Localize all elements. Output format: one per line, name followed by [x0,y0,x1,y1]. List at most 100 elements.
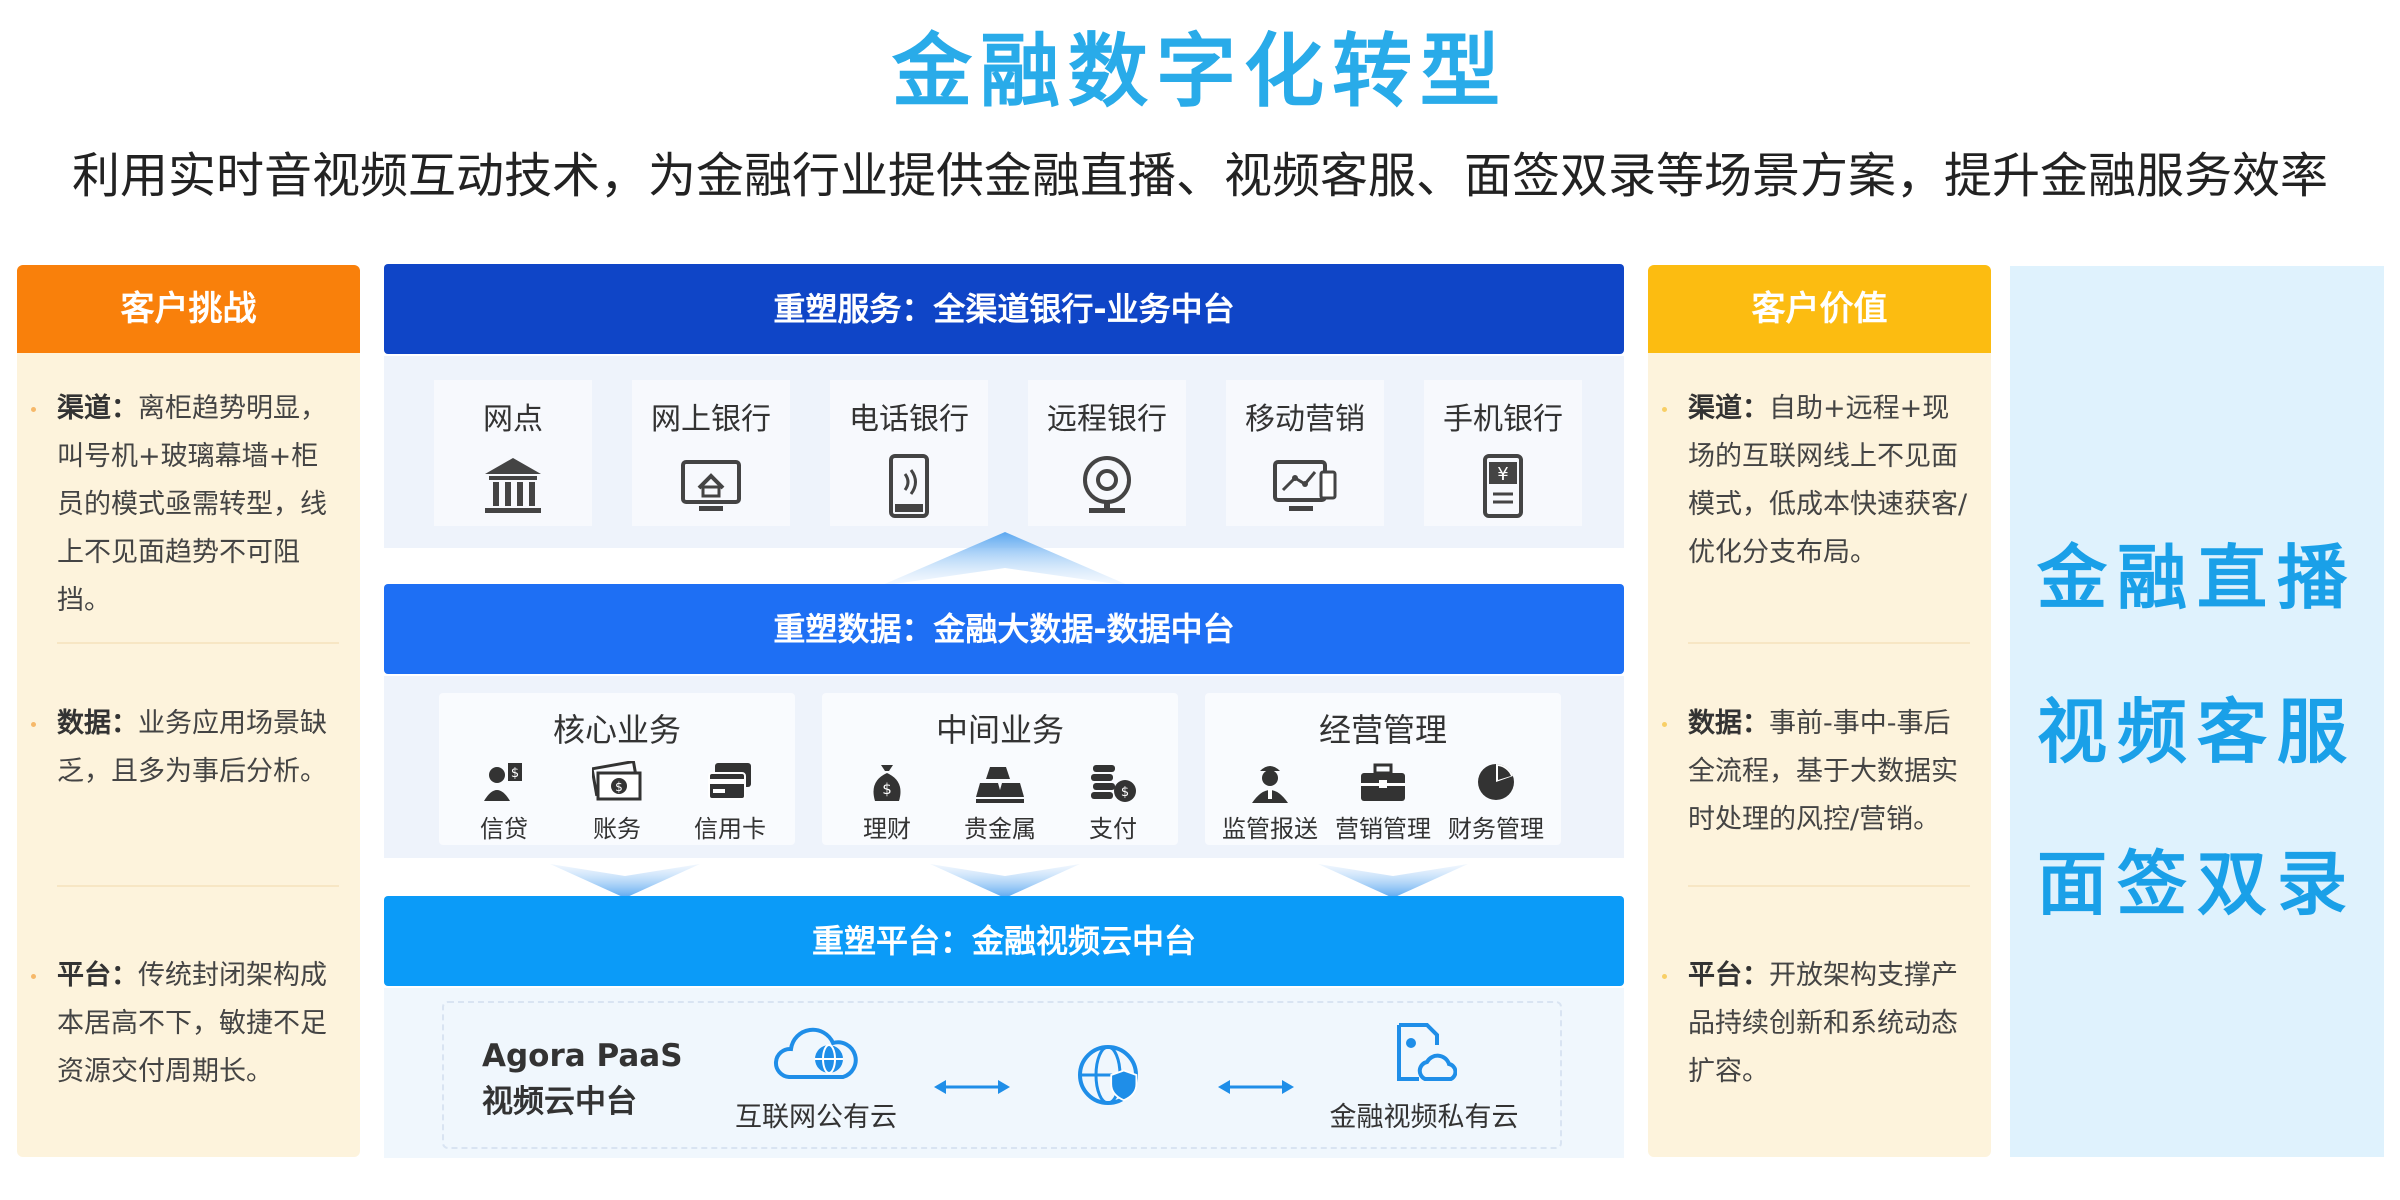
phone-signal-icon [889,454,929,518]
webcam-icon [1083,456,1131,513]
svg-text:$: $ [511,766,519,781]
value-key: 数据： [1688,708,1769,739]
group-operations: 经营管理 监管报送 营销管理 财务管理 [1205,693,1561,845]
private-cloud-icon [1397,1023,1458,1081]
bullet-dot [31,974,36,979]
group-core-business: 核心业务 $ 信贷 $ 账务 信用卡 [439,693,795,845]
challenge-text: 离柜趋势明显，叫号机+玻璃幕墙+柜员的模式亟需转型，线上不见面趋势不可阻挡。 [57,393,327,616]
svg-text:$: $ [1121,785,1129,800]
challenge-panel: 客户挑战 渠道：离柜趋势明显，叫号机+玻璃幕墙+柜员的模式亟需转型，线上不见面趋… [17,265,360,1157]
item-label: 账务 [593,815,641,843]
bullet-dot [1662,407,1667,412]
item-accounting: $ 账务 [562,761,672,844]
value-key: 平台： [1688,960,1769,991]
monitor-home-icon [681,460,741,511]
bullet-dot [1662,722,1667,727]
value-heading: 客户价值 [1648,265,1991,353]
challenge-item-platform: 平台：传统封闭架构成本居高不下，敏捷不足资源交付周期长。 [31,952,339,1096]
item-label: 监管报送 [1222,815,1318,843]
challenge-item-channel: 渠道：离柜趋势明显，叫号机+玻璃幕墙+柜员的模式亟需转型，线上不见面趋势不可阻挡… [31,385,339,625]
item-precious-metal: 贵金属 [945,761,1055,844]
service-band: 重塑服务：全渠道银行-业务中台 [384,264,1624,354]
channel-mobile-bank: 手机银行 ¥ [1424,380,1582,526]
scenario-panel: 金融直播 视频客服 面签双录 [2010,266,2384,1157]
secure-network-icon [1078,1045,1138,1105]
double-arrow-icon [934,1080,1010,1094]
item-label: 贵金属 [964,815,1036,843]
svg-text:$: $ [615,780,623,794]
public-cloud: 互联网公有云 [726,1021,906,1134]
challenge-heading: 客户挑战 [17,265,360,353]
flow-arrow-down-icon [1318,864,1468,898]
gold-bars-icon [976,767,1024,803]
flow-arrow-up-icon [880,532,1130,586]
bullet-dot [1662,974,1667,979]
briefcase-icon [1361,763,1405,801]
double-arrow-icon [1218,1080,1294,1094]
credit-card-icon [708,763,751,800]
item-label: 财务管理 [1448,815,1544,843]
value-item-data: 数据：事前-事中-事后全流程，基于大数据实时处理的风控/营销。 [1662,700,1970,844]
item-label: 营销管理 [1335,815,1431,843]
item-regulatory-report: 监管报送 [1215,761,1325,844]
item-label: 理财 [863,815,911,843]
svg-text:¥: ¥ [1497,464,1508,485]
challenge-key: 平台： [57,960,138,991]
bullet-dot [31,722,36,727]
video-cloud-box: Agora PaaS 视频云中台 互联网公有云 金融视频私有云 [442,1001,1562,1149]
cloud-globe-icon [773,1027,858,1079]
value-item-channel: 渠道：自助+远程+现场的互联网线上不见面模式，低成本快速获客/优化分支布局。 [1662,385,1970,577]
item-credit-card: 信用卡 [675,761,785,844]
channel-label: 网点 [483,402,543,437]
group-title: 核心业务 [552,711,681,749]
coins-icon: $ [1091,765,1136,802]
platform-band: 重塑平台：金融视频云中台 [384,896,1624,986]
private-cloud-label: 金融视频私有云 [1329,1102,1519,1133]
challenge-key: 数据： [57,708,138,739]
divider [57,642,339,644]
platform-panel: Agora PaaS 视频云中台 互联网公有云 金融视频私有云 [384,988,1624,1158]
item-payment: $ 支付 [1058,761,1168,844]
money-bag-icon: $ [873,765,901,801]
service-panel: 网点 网上银行 电话银行 远程银行 移动营销 手机银行 ¥ [384,356,1624,548]
channel-phone-bank: 电话银行 [830,380,988,526]
page-title: 金融数字化转型 [892,25,1508,118]
loan-icon: $ [484,763,522,801]
inspector-icon [1252,766,1288,803]
bullet-dot [31,407,36,412]
data-band: 重塑数据：金融大数据-数据中台 [384,584,1624,674]
divider [1688,885,1970,887]
group-title: 经营管理 [1318,711,1447,749]
page-subtitle: 利用实时音视频互动技术，为金融行业提供金融直播、视频客服、面签双录等场景方案，提… [71,148,2328,204]
agora-brand-line2: 视频云中台 [482,1084,637,1120]
item-label: 信贷 [480,815,528,843]
channel-mobile-marketing: 移动营销 [1226,380,1384,526]
challenge-key: 渠道： [57,393,138,424]
group-middle-business: 中间业务 $ 理财 贵金属 $ 支付 [822,693,1178,845]
agora-brand-line1: Agora PaaS [482,1038,683,1074]
divider [57,885,339,887]
scene-live: 金融直播 [2037,537,2357,619]
agora-brand: Agora PaaS 视频云中台 [482,1033,683,1125]
item-marketing-mgmt: 营销管理 [1328,761,1438,844]
channel-label: 电话银行 [849,402,969,437]
value-key: 渠道： [1688,393,1769,424]
channel-online-bank: 网上银行 [632,380,790,526]
private-cloud: 金融视频私有云 [1324,1021,1524,1134]
channel-remote-bank: 远程银行 [1028,380,1186,526]
divider [1688,642,1970,644]
channel-label: 移动营销 [1245,402,1365,437]
svg-text:$: $ [882,780,892,798]
item-loan: $ 信贷 [449,761,559,844]
item-label: 信用卡 [694,815,766,843]
data-panel: 核心业务 $ 信贷 $ 账务 信用卡 中间业务 $ 理财 贵金属 $ 支付 经营… [384,676,1624,858]
group-title: 中间业务 [935,711,1064,749]
pie-chart-icon [1478,764,1514,800]
scene-dual-record: 面签双录 [2037,843,2357,925]
cash-icon: $ [592,761,642,801]
value-panel: 客户价值 渠道：自助+远程+现场的互联网线上不见面模式，低成本快速获客/优化分支… [1648,265,1991,1157]
channel-branch: 网点 [434,380,592,526]
item-finance-mgmt: 财务管理 [1441,761,1551,844]
challenge-item-data: 数据：业务应用场景缺乏，且多为事后分析。 [31,700,339,796]
flow-arrow-down-icon [550,864,700,898]
